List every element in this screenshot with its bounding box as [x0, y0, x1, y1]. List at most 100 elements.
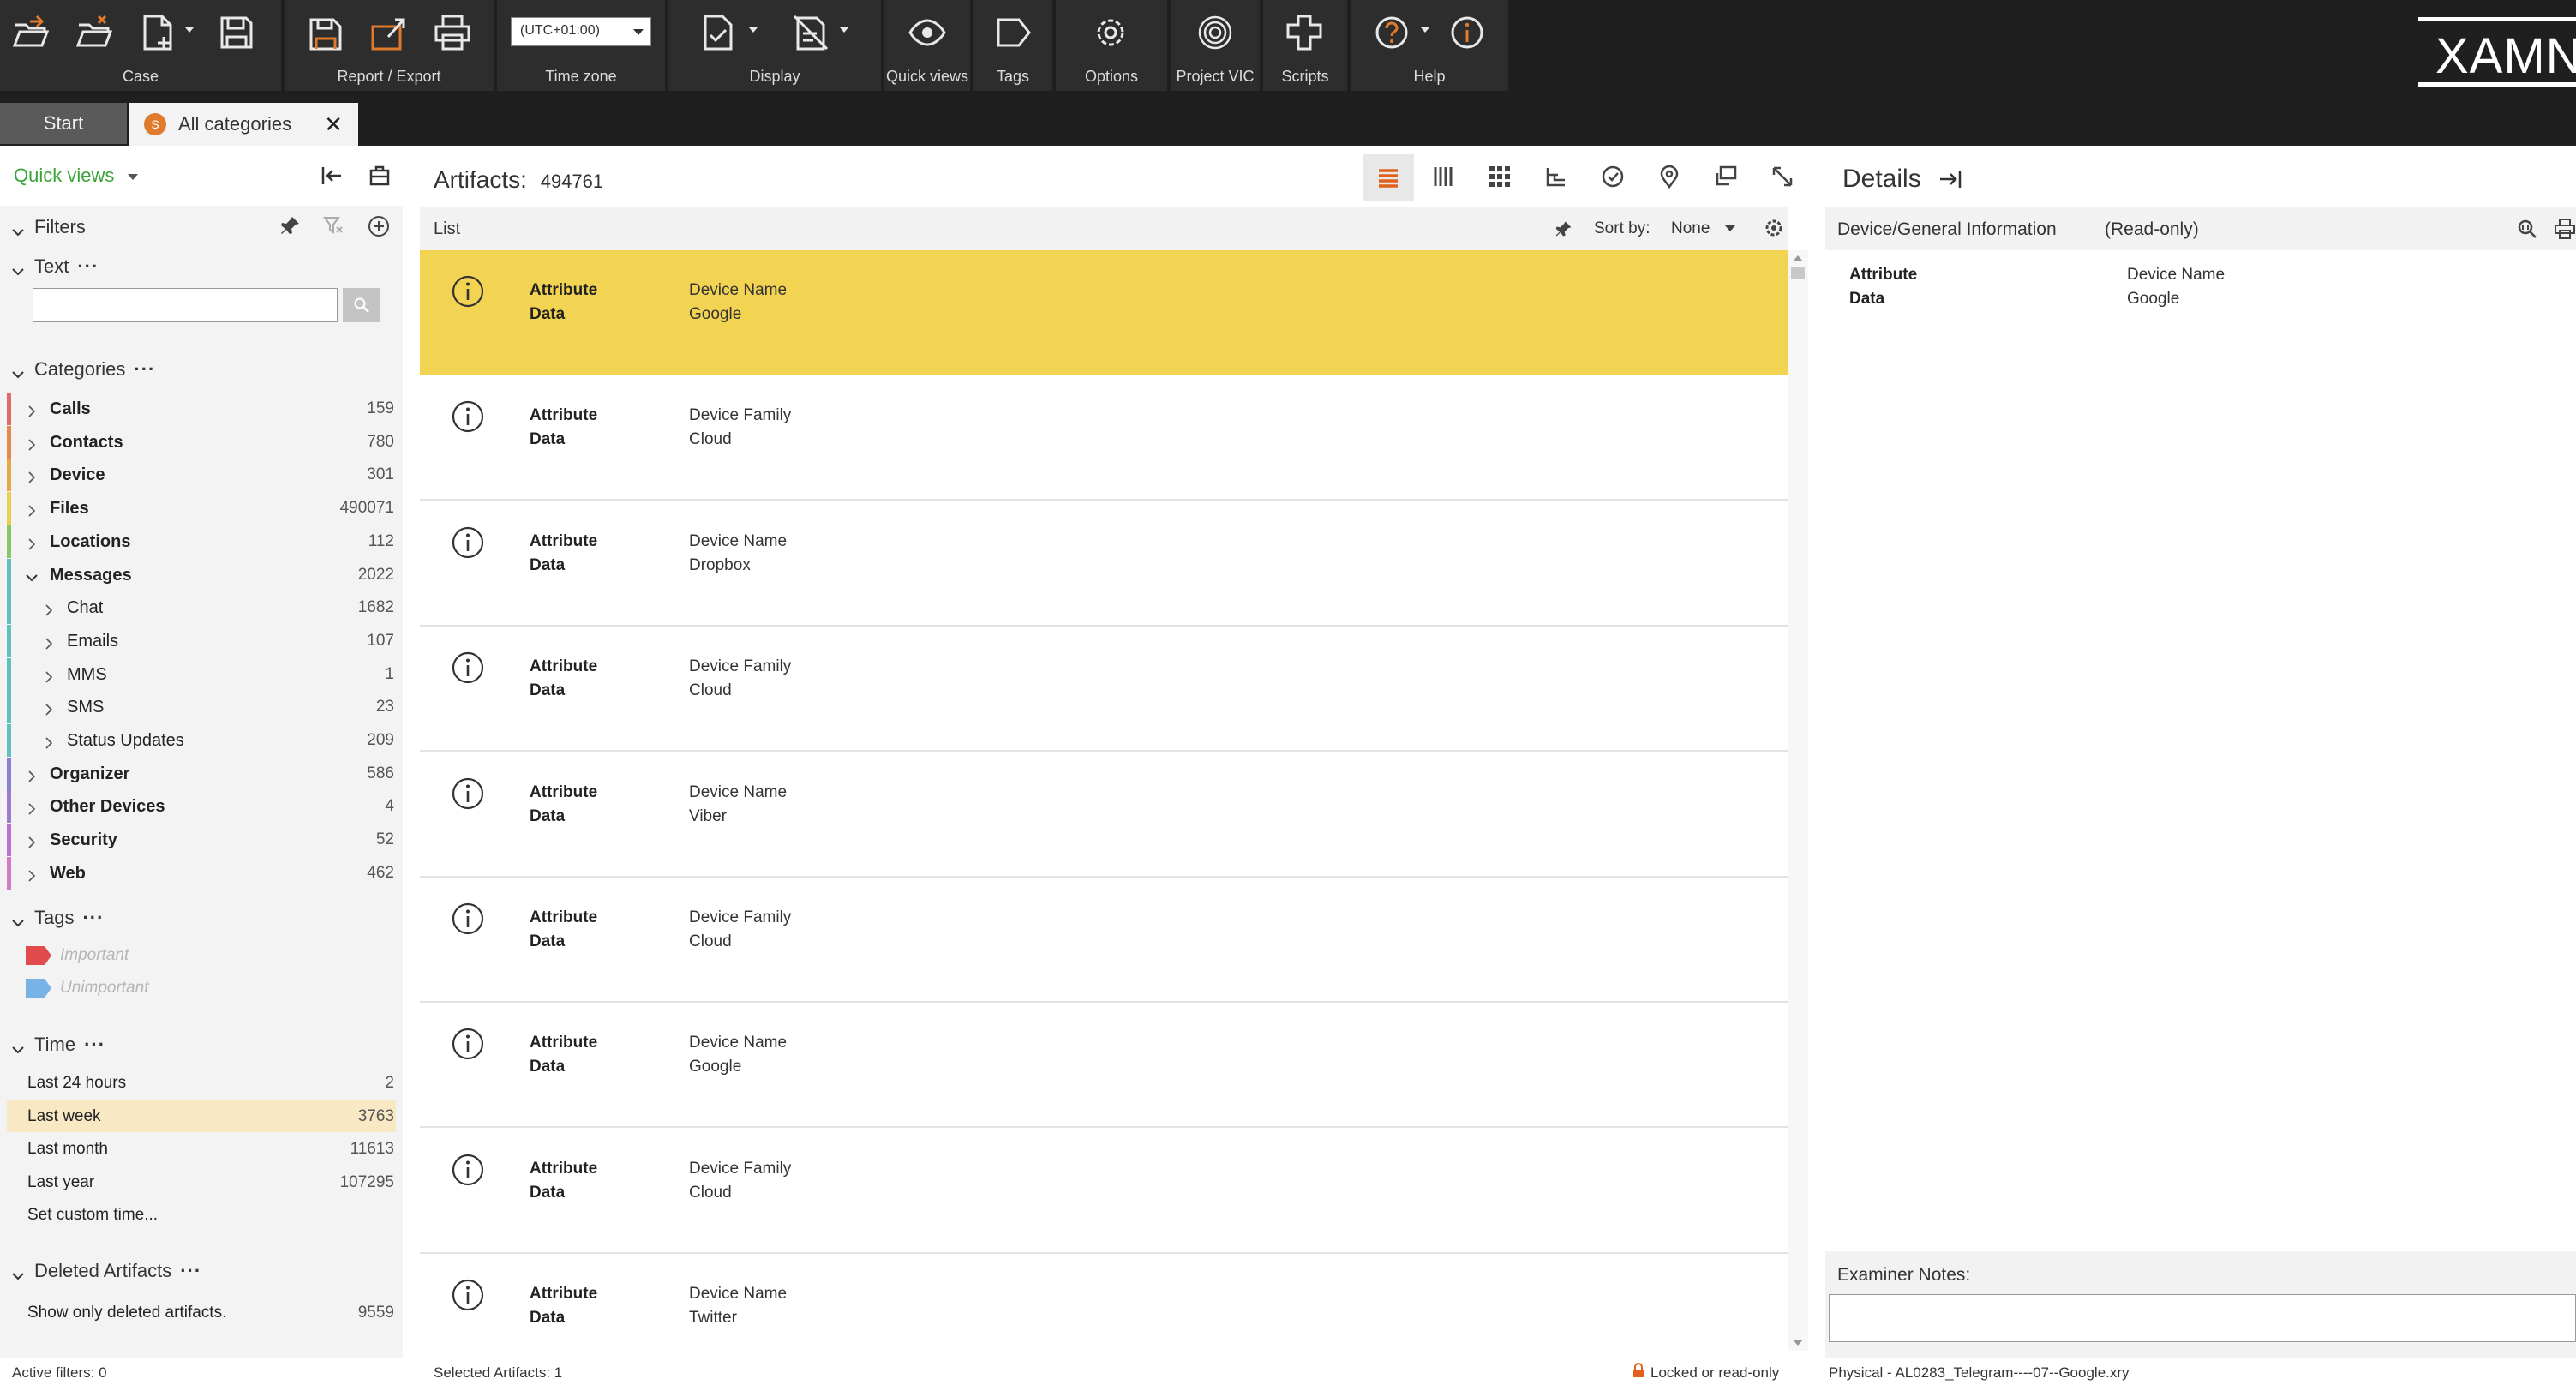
export-button[interactable]	[367, 10, 411, 55]
print-icon[interactable]	[2554, 218, 2576, 240]
time-filter-item[interactable]: Last year 107295	[0, 1166, 403, 1198]
time-more-icon[interactable]: ···	[84, 1034, 105, 1056]
chevron-right-icon[interactable]	[43, 701, 55, 716]
chevron-right-icon[interactable]	[26, 403, 38, 417]
category-item[interactable]: Calls 159	[0, 393, 403, 425]
text-search-input[interactable]	[33, 288, 338, 322]
time-filter-item[interactable]: Last month 11613	[0, 1132, 403, 1165]
deleted-artifacts-header[interactable]: Deleted Artifacts ···	[12, 1260, 201, 1282]
column-view-icon[interactable]	[1431, 165, 1455, 189]
time-filter-item[interactable]: Last 24 hours 2	[0, 1066, 403, 1099]
category-item[interactable]: Files 490071	[0, 492, 403, 525]
scripts-button[interactable]	[1282, 10, 1327, 55]
quick-views-button[interactable]	[905, 10, 950, 55]
list-view-button[interactable]	[1363, 154, 1414, 201]
chevron-right-icon[interactable]	[26, 768, 38, 782]
chevron-right-icon[interactable]	[43, 635, 55, 650]
time-filter-item[interactable]: Set custom time...	[0, 1198, 403, 1231]
artifact-row[interactable]: Attribute Data Device Family Cloud	[420, 375, 1788, 501]
add-filter-icon[interactable]	[367, 214, 391, 238]
artifact-row[interactable]: Attribute Data Device Family Cloud	[420, 627, 1788, 752]
tags-button[interactable]	[991, 10, 1035, 55]
artifact-row[interactable]: Attribute Data Device Name Viber	[420, 752, 1788, 878]
new-case-button[interactable]	[135, 10, 180, 55]
category-item[interactable]: Messages 2022	[0, 558, 403, 591]
ribbon-group-project-vic[interactable]: Project VIC	[1171, 0, 1260, 91]
tags-more-icon[interactable]: ···	[82, 907, 104, 929]
display-hidden-button[interactable]	[788, 10, 833, 55]
chevron-right-icon[interactable]	[26, 834, 38, 848]
category-item[interactable]: SMS 23	[0, 691, 403, 724]
categories-header[interactable]: Categories ···	[12, 358, 155, 381]
hex-view-icon[interactable]	[2516, 218, 2538, 240]
options-button[interactable]	[1088, 10, 1133, 55]
pin-icon[interactable]	[1555, 219, 1573, 238]
category-item[interactable]: Chat 1682	[0, 591, 403, 625]
new-case-dropdown-icon[interactable]	[183, 24, 195, 36]
open-case-button[interactable]	[9, 10, 53, 55]
deleted-artifacts-more-icon[interactable]: ···	[180, 1260, 201, 1282]
quick-views-selector[interactable]: Quick views	[14, 165, 139, 187]
display-hidden-dropdown-icon[interactable]	[838, 24, 850, 36]
tab-all-categories[interactable]: S All categories ✕	[129, 103, 358, 146]
help-button[interactable]	[1369, 10, 1414, 55]
scroll-up-icon[interactable]	[1793, 255, 1803, 261]
close-tab-icon[interactable]: ✕	[324, 111, 343, 138]
ribbon-group-tags[interactable]: Tags	[973, 0, 1052, 91]
artifact-row[interactable]: Attribute Data Device Name Google	[420, 250, 1788, 375]
project-vic-button[interactable]	[1193, 10, 1237, 55]
display-checklist-button[interactable]	[696, 10, 740, 55]
tree-view-icon[interactable]	[1544, 165, 1568, 189]
artifact-row[interactable]: Attribute Data Device Family Cloud	[420, 878, 1788, 1003]
tag-item[interactable]: Unimportant	[26, 974, 386, 1003]
connections-view-icon[interactable]	[1770, 165, 1794, 189]
collapse-panel-icon[interactable]	[321, 165, 343, 187]
collapse-details-icon[interactable]	[1938, 167, 1962, 191]
category-item[interactable]: Web 462	[0, 856, 403, 890]
category-item[interactable]: Organizer 586	[0, 757, 403, 790]
scroll-thumb[interactable]	[1791, 267, 1805, 279]
clear-filter-icon[interactable]	[322, 214, 344, 237]
save-report-button[interactable]	[303, 10, 348, 55]
tag-item[interactable]: Important	[26, 941, 386, 970]
chevron-right-icon[interactable]	[43, 602, 55, 616]
scroll-down-icon[interactable]	[1793, 1340, 1803, 1346]
print-button[interactable]	[430, 10, 475, 55]
artifact-row[interactable]: Attribute Data Device Name Twitter	[420, 1254, 1788, 1351]
category-item[interactable]: Emails 107	[0, 624, 403, 657]
save-case-button[interactable]	[214, 10, 259, 55]
pin-icon[interactable]	[279, 214, 302, 237]
ribbon-group-scripts[interactable]: Scripts	[1263, 0, 1347, 91]
chevron-right-icon[interactable]	[26, 469, 38, 483]
chevron-right-icon[interactable]	[43, 734, 55, 749]
category-item[interactable]: Other Devices 4	[0, 790, 403, 824]
grid-view-icon[interactable]	[1488, 165, 1512, 189]
artifact-row[interactable]: Attribute Data Device Family Cloud	[420, 1128, 1788, 1254]
category-item[interactable]: Locations 112	[0, 525, 403, 558]
toolbox-icon[interactable]	[368, 165, 391, 187]
about-button[interactable]	[1445, 10, 1489, 55]
list-scrollbar[interactable]	[1788, 250, 1808, 1351]
map-pin-icon[interactable]	[1657, 165, 1681, 189]
chevron-right-icon[interactable]	[43, 669, 55, 683]
close-case-button[interactable]	[72, 10, 117, 55]
help-dropdown-icon[interactable]	[1419, 24, 1431, 36]
time-filter-item[interactable]: Last week 3763	[7, 1099, 396, 1132]
filters-header[interactable]: Filters	[12, 216, 86, 238]
categories-more-icon[interactable]: ···	[134, 358, 155, 381]
display-checklist-dropdown-icon[interactable]	[747, 24, 759, 36]
sort-by-select[interactable]: None	[1671, 219, 1735, 238]
time-header[interactable]: Time ···	[12, 1034, 105, 1056]
chevron-right-icon[interactable]	[26, 800, 38, 815]
tags-header[interactable]: Tags ···	[12, 907, 104, 929]
chevron-right-icon[interactable]	[26, 502, 38, 517]
timeline-view-icon[interactable]	[1601, 165, 1625, 189]
text-filter-more-icon[interactable]: ···	[77, 255, 99, 278]
category-item[interactable]: Security 52	[0, 824, 403, 857]
artifact-row[interactable]: Attribute Data Device Name Google	[420, 1003, 1788, 1129]
category-item[interactable]: MMS 1	[0, 657, 403, 691]
artifact-row[interactable]: Attribute Data Device Name Dropbox	[420, 501, 1788, 627]
examiner-notes-input[interactable]	[1829, 1294, 2576, 1342]
timezone-select[interactable]: (UTC+01:00)	[511, 17, 651, 46]
show-deleted-option[interactable]: Show only deleted artifacts. 9559	[0, 1296, 403, 1328]
